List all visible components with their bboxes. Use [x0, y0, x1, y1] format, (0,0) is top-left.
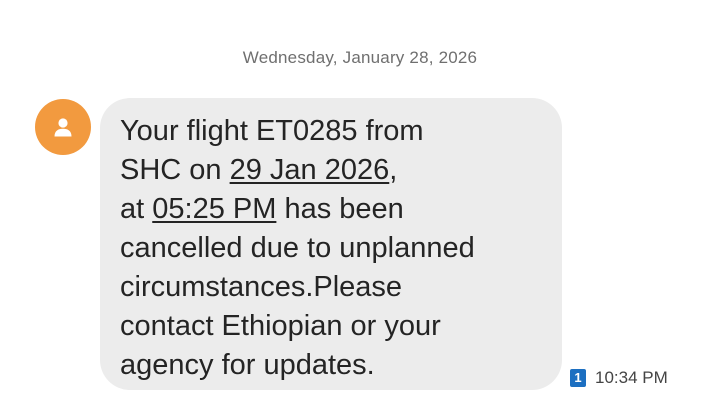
sender-avatar[interactable]: [35, 99, 91, 155]
message-timestamp: 10:34 PM: [595, 368, 668, 387]
date-header: Wednesday, January 28, 2026: [242, 48, 478, 67]
message-bubble[interactable]: Your flight ET0285 from SHC on 29 Jan 20…: [100, 98, 562, 390]
person-icon: [54, 118, 72, 137]
flight-date-link[interactable]: 29 Jan 2026: [230, 154, 390, 186]
message-text: Your flight ET0285 from SHC on 29 Jan 20…: [120, 115, 475, 381]
flight-time-link[interactable]: 05:25 PM: [152, 193, 276, 225]
message-meta: 1 10:34 PM: [570, 367, 668, 389]
sim-1-icon: 1: [570, 369, 586, 387]
